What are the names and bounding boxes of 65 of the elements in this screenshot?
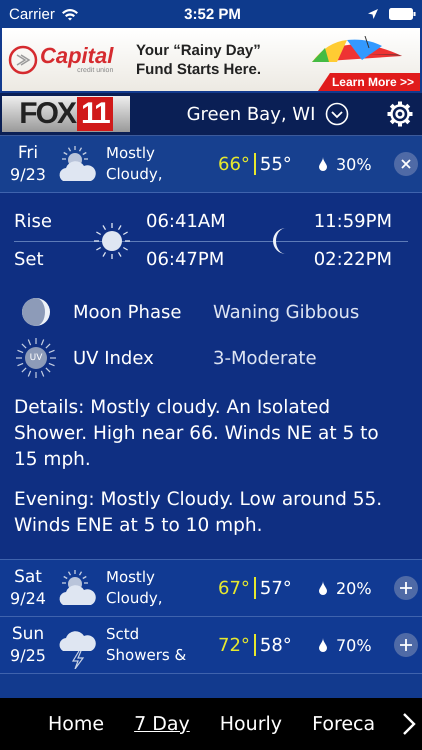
learn-more-link[interactable]: Learn More >>: [318, 73, 420, 91]
low-temp: 57°: [260, 578, 292, 598]
crescent-moon-icon: [272, 228, 286, 254]
tab[interactable]: 7 Day: [134, 713, 190, 735]
day-row[interactable]: Sun 9/25 Sctd Showers & 72° 58° 70%: [0, 617, 422, 674]
moonset-time: 02:22PM: [314, 248, 392, 272]
partly-cloudy-icon: [57, 145, 99, 183]
sunset-time: 06:47PM: [146, 248, 226, 272]
high-temp: 72°: [218, 634, 250, 656]
forecast-summary: Sctd Showers &: [105, 624, 188, 666]
day-row[interactable]: Fri 9/23 Mostly Cloudy, 66° 55° 30%: [0, 136, 422, 193]
location-arrow-icon: [366, 8, 379, 20]
status-time: 3:52 PM: [184, 6, 241, 22]
moonrise-time: 11:59PM: [314, 210, 392, 234]
umbrella-icon: [312, 36, 402, 62]
uv-sun-badge: UV: [14, 336, 58, 380]
raindrop-icon: [318, 157, 328, 171]
expand-button[interactable]: [394, 633, 418, 657]
chevron-down-icon: [325, 102, 350, 126]
wifi-icon: [60, 8, 79, 20]
ad-headline: Your “Rainy Day” Fund Starts Here.: [136, 40, 262, 78]
raindrop-icon: [318, 638, 328, 652]
close-icon: [401, 159, 411, 169]
plus-icon: [400, 639, 412, 651]
expand-button[interactable]: [394, 576, 418, 600]
low-temp: 58°: [260, 634, 292, 656]
day-date: 9/23: [10, 164, 46, 185]
high-temp: 66°: [218, 154, 250, 174]
forecast-summary: Mostly Cloudy,: [105, 567, 164, 609]
battery-icon: [388, 8, 416, 20]
raindrop-icon: [318, 581, 328, 595]
day-name: Sat: [14, 567, 42, 588]
day-name: Fri: [18, 143, 38, 164]
low-temp: 55°: [260, 154, 292, 174]
precip-chance: 30%: [336, 154, 372, 174]
tab[interactable]: Home: [48, 713, 104, 735]
moon-phase-label: Moon Phase: [73, 302, 182, 322]
location-selector[interactable]: Green Bay, WI: [130, 102, 386, 126]
uv-index-value: 3-Moderate: [213, 348, 317, 368]
settings-icon[interactable]: [386, 100, 414, 128]
credit-union-logo-icon: [8, 44, 38, 74]
day-date: 9/24: [10, 588, 46, 609]
tab[interactable]: Foreca: [312, 713, 376, 735]
day-name: Sun: [12, 624, 44, 645]
day-row[interactable]: Sat 9/24 Mostly Cloudy, 67° 57° 20%: [0, 560, 422, 617]
high-temp: 67°: [218, 578, 250, 598]
forecast-summary: Mostly Cloudy,: [105, 143, 164, 185]
rise-label: Rise: [14, 210, 53, 234]
sunrise-time: 06:41AM: [146, 210, 227, 234]
plus-icon: [400, 582, 412, 594]
tab[interactable]: Hourly: [220, 713, 282, 735]
forecast-paragraph: Evening: Mostly Cloudy. Low around 55. Winds ENE at 5 to 10 mph.: [14, 488, 384, 538]
carrier-label: Carrier: [9, 6, 55, 22]
moon-phase-value: Waning Gibbous: [213, 302, 360, 322]
set-label: Set: [14, 248, 45, 272]
brand-name: Capital: [40, 45, 114, 67]
uv-index-label: UV Index: [73, 348, 155, 368]
forecast-paragraph: Details: Mostly cloudy. An Isolated Shower. High near 66. Winds NE at 5 to 15 mph.: [14, 396, 380, 472]
partly-cloudy-icon: [57, 569, 99, 607]
collapse-button[interactable]: [394, 152, 418, 176]
station-logo: FOX 11: [2, 96, 130, 132]
sun-icon: [92, 221, 132, 261]
precip-chance: 20%: [336, 578, 372, 598]
precip-chance: 70%: [336, 636, 372, 654]
day-date: 9/25: [10, 645, 46, 666]
